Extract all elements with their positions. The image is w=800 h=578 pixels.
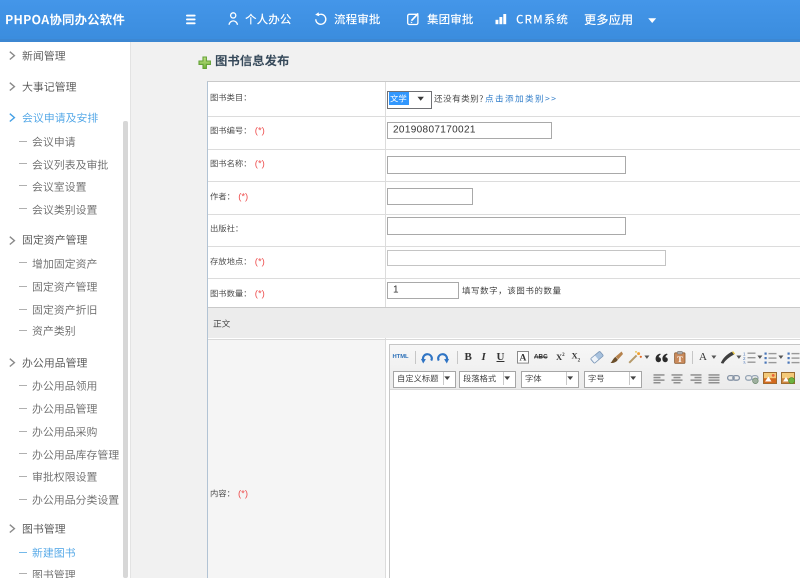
svg-text:T: T	[677, 354, 683, 364]
svg-text:A: A	[519, 354, 526, 364]
svg-text:3: 3	[743, 360, 746, 364]
